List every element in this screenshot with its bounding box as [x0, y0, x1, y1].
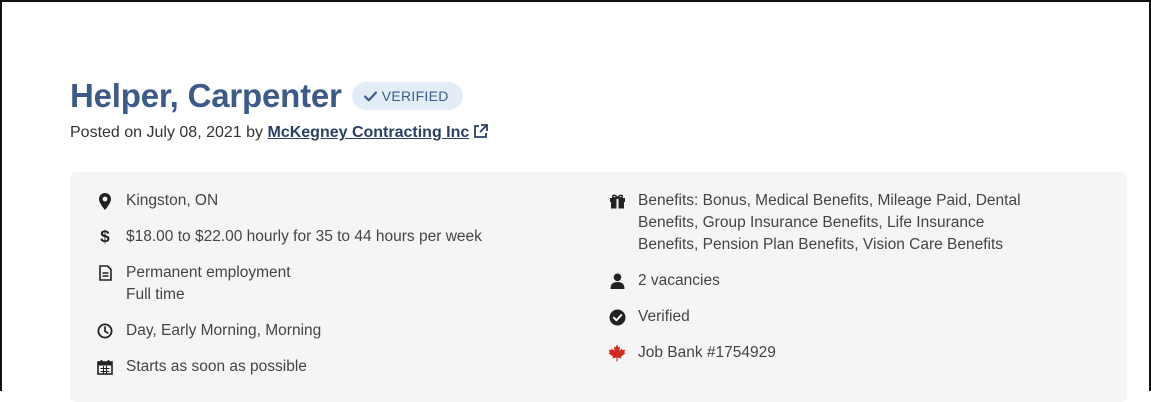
job-title: Helper, Carpenter	[70, 77, 342, 114]
vacancies-text: 2 vacancies	[638, 272, 720, 289]
salary-text: $18.00 to $22.00 hourly for 35 to 44 hou…	[126, 228, 482, 245]
person-icon	[608, 270, 626, 292]
employment-hours: Full time	[126, 286, 185, 303]
document-icon	[96, 262, 114, 284]
job-bank-text: Job Bank #1754929	[638, 344, 776, 361]
employment-text: Permanent employment Full time	[126, 262, 291, 306]
job-bank-item: Job Bank #1754929	[608, 342, 1078, 364]
checkmark-icon	[363, 90, 377, 101]
benefits-item: Benefits: Bonus, Medical Benefits, Milea…	[608, 190, 1078, 256]
title-row: Helper, Carpenter VERIFIED	[70, 74, 1130, 118]
vacancies-item: 2 vacancies	[608, 270, 1078, 292]
benefits-line-2: Benefits, Group Insurance Benefits, Life…	[638, 214, 985, 231]
external-link-icon[interactable]	[472, 123, 489, 147]
posted-date: Posted on July 08, 2021 by	[70, 124, 264, 141]
verified-badge-label: VERIFIED	[381, 88, 449, 104]
details-right-column: Benefits: Bonus, Medical Benefits, Milea…	[608, 190, 1078, 378]
schedule-text: Day, Early Morning, Morning	[126, 322, 322, 339]
benefits-line-1: Benefits: Bonus, Medical Benefits, Milea…	[638, 192, 1021, 209]
verified-item: Verified	[608, 306, 1078, 328]
benefits-line-3: Benefits, Pension Plan Benefits, Vision …	[638, 236, 1004, 253]
start-text: Starts as soon as possible	[126, 358, 307, 375]
check-circle-icon	[608, 306, 626, 328]
job-details-card: Kingston, ON $ $18.00 to $22.00 hourly f…	[70, 172, 1127, 402]
gift-icon	[608, 190, 626, 212]
start-item: Starts as soon as possible	[96, 356, 576, 378]
details-left-column: Kingston, ON $ $18.00 to $22.00 hourly f…	[96, 190, 576, 392]
verified-text: Verified	[638, 308, 690, 325]
posted-line: Posted on July 08, 2021 by McKegney Cont…	[70, 122, 1130, 147]
map-marker-icon	[96, 190, 114, 212]
employment-item: Permanent employment Full time	[96, 262, 576, 306]
maple-leaf-icon	[608, 342, 626, 364]
benefits-text: Benefits: Bonus, Medical Benefits, Milea…	[638, 190, 1021, 256]
location-item: Kingston, ON	[96, 190, 576, 212]
location-text: Kingston, ON	[126, 192, 219, 209]
job-posting-header: Helper, Carpenter VERIFIED Posted on Jul…	[70, 74, 1130, 402]
dollar-icon: $	[100, 227, 110, 246]
clock-icon	[96, 320, 114, 342]
salary-item: $ $18.00 to $22.00 hourly for 35 to 44 h…	[96, 226, 576, 248]
schedule-item: Day, Early Morning, Morning	[96, 320, 576, 342]
employment-type: Permanent employment	[126, 264, 291, 281]
employer-link[interactable]: McKegney Contracting Inc	[267, 124, 469, 141]
verified-badge: VERIFIED	[351, 82, 463, 110]
calendar-icon	[96, 356, 114, 378]
